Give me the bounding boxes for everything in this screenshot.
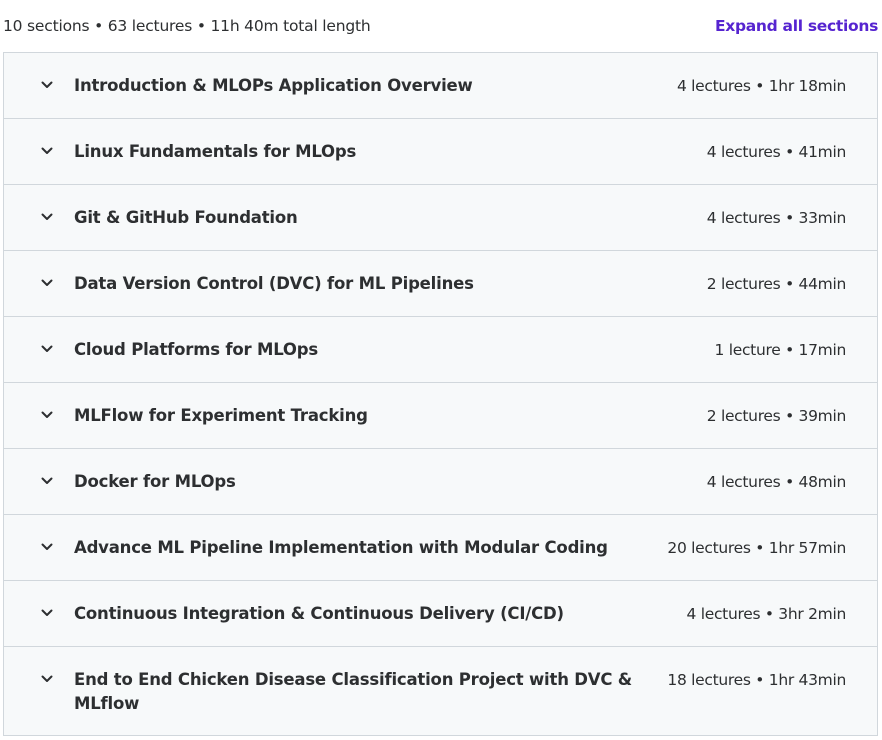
section-meta: 4 lectures • 3hr 2min bbox=[686, 605, 847, 623]
section-meta: 4 lectures • 1hr 18min bbox=[676, 77, 846, 95]
section-meta: 4 lectures • 41min bbox=[706, 143, 847, 161]
section-panel[interactable]: Continuous Integration & Continuous Deli… bbox=[4, 581, 877, 647]
section-panel[interactable]: Advance ML Pipeline Implementation with … bbox=[4, 515, 877, 581]
section-title: Cloud Platforms for MLOps bbox=[74, 340, 318, 359]
section-meta: 2 lectures • 44min bbox=[706, 275, 847, 293]
section-panel[interactable]: Cloud Platforms for MLOps 1 lecture • 17… bbox=[4, 317, 877, 383]
section-meta: 2 lectures • 39min bbox=[706, 407, 847, 425]
chevron-down-icon bbox=[40, 276, 54, 290]
section-panel[interactable]: Data Version Control (DVC) for ML Pipeli… bbox=[4, 251, 877, 317]
section-title: Introduction & MLOPs Application Overvie… bbox=[74, 76, 473, 95]
chevron-down-icon bbox=[40, 606, 54, 620]
section-title: End to End Chicken Disease Classificatio… bbox=[74, 670, 632, 713]
section-title: Linux Fundamentals for MLOps bbox=[74, 142, 357, 161]
section-meta: 18 lectures • 1hr 43min bbox=[667, 671, 846, 689]
section-title: Docker for MLOps bbox=[74, 472, 236, 491]
section-meta: 4 lectures • 33min bbox=[706, 209, 847, 227]
section-meta: 1 lecture • 17min bbox=[714, 341, 847, 359]
section-meta: 4 lectures • 48min bbox=[706, 473, 847, 491]
section-panel[interactable]: Docker for MLOps 4 lectures • 48min bbox=[4, 449, 877, 515]
chevron-down-icon bbox=[40, 210, 54, 224]
section-panel[interactable]: Linux Fundamentals for MLOps 4 lectures … bbox=[4, 119, 877, 185]
chevron-down-icon bbox=[40, 144, 54, 158]
curriculum-header: 10 sections • 63 lectures • 11h 40m tota… bbox=[0, 0, 882, 52]
chevron-down-icon bbox=[40, 342, 54, 356]
course-summary: 10 sections • 63 lectures • 11h 40m tota… bbox=[3, 17, 371, 35]
chevron-down-icon bbox=[40, 408, 54, 422]
expand-all-sections-button[interactable]: Expand all sections bbox=[715, 17, 878, 35]
section-panel[interactable]: End to End Chicken Disease Classificatio… bbox=[4, 647, 877, 735]
section-list: Introduction & MLOPs Application Overvie… bbox=[3, 52, 878, 736]
section-panel[interactable]: Introduction & MLOPs Application Overvie… bbox=[4, 53, 877, 119]
section-title: Advance ML Pipeline Implementation with … bbox=[74, 538, 608, 557]
section-title: Continuous Integration & Continuous Deli… bbox=[74, 604, 564, 623]
section-panel[interactable]: Git & GitHub Foundation 4 lectures • 33m… bbox=[4, 185, 877, 251]
section-title: Git & GitHub Foundation bbox=[74, 208, 298, 227]
chevron-down-icon bbox=[40, 78, 54, 92]
chevron-down-icon bbox=[40, 672, 54, 686]
chevron-down-icon bbox=[40, 474, 54, 488]
chevron-down-icon bbox=[40, 540, 54, 554]
section-panel[interactable]: MLFlow for Experiment Tracking 2 lecture… bbox=[4, 383, 877, 449]
section-title: MLFlow for Experiment Tracking bbox=[74, 406, 368, 425]
section-title: Data Version Control (DVC) for ML Pipeli… bbox=[74, 274, 474, 293]
section-meta: 20 lectures • 1hr 57min bbox=[667, 539, 846, 557]
